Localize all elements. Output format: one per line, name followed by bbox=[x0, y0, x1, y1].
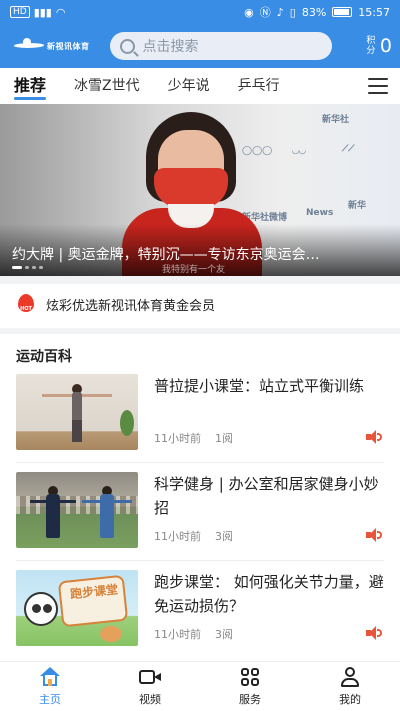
news-logo: News bbox=[306, 208, 334, 218]
points-label: 积分 bbox=[366, 36, 376, 56]
news-meta: 11小时前 3阅 bbox=[154, 528, 233, 544]
tab-recommend[interactable]: 推荐 bbox=[0, 68, 60, 104]
battery-percent: 83% bbox=[301, 5, 327, 19]
news-item[interactable]: 科学健身 | 办公室和居家健身小妙招 11小时前 3阅 bbox=[0, 472, 400, 564]
grid-icon bbox=[239, 667, 261, 687]
points-value: 0 bbox=[379, 35, 392, 57]
speaker-icon[interactable] bbox=[366, 430, 382, 444]
clock: 15:57 bbox=[358, 5, 390, 19]
thumbnail-text: 跑步课堂 bbox=[69, 582, 119, 602]
wifi-icon: ◠ bbox=[55, 5, 66, 19]
news-meta: 11小时前 1阅 bbox=[154, 430, 233, 446]
games-emblem-icon: ⟋⟋ bbox=[342, 144, 355, 154]
news-title: 跑步课堂： 如何强化关节力量，避免运动损伤？ bbox=[154, 573, 384, 615]
news-item[interactable]: 普拉提小课堂：站立式平衡训练 11小时前 1阅 bbox=[0, 374, 400, 466]
face-mask bbox=[154, 168, 228, 208]
hd-indicator: HD bbox=[10, 6, 30, 18]
xinhua-logo: 新华社 bbox=[322, 115, 350, 125]
vibrate-icon: ▯ bbox=[289, 5, 296, 19]
bottom-navigation: 主页 视频 服务 我的 bbox=[0, 661, 400, 711]
app-header: 新视讯体育 点击搜索 积分 0 bbox=[0, 24, 400, 68]
section-gap bbox=[0, 328, 400, 334]
signal-icon: ▮▮▮ bbox=[33, 5, 52, 19]
nav-video[interactable]: 视频 bbox=[100, 662, 200, 711]
mute-icon: ♪ bbox=[276, 5, 284, 19]
carousel-dot[interactable] bbox=[12, 266, 22, 269]
nav-home[interactable]: 主页 bbox=[0, 662, 100, 711]
video-icon bbox=[139, 667, 161, 687]
nav-label: 主页 bbox=[39, 692, 61, 706]
news-time: 11小时前 bbox=[154, 432, 201, 445]
news-meta: 11小时前 3阅 bbox=[154, 626, 233, 642]
speaker-icon[interactable] bbox=[366, 528, 382, 542]
user-icon bbox=[339, 666, 361, 687]
search-bar[interactable]: 点击搜索 bbox=[109, 32, 332, 60]
nfc-icon: Ⓝ bbox=[259, 6, 271, 19]
news-time: 11小时前 bbox=[154, 628, 201, 641]
home-icon bbox=[39, 666, 61, 687]
hot-promo-bar[interactable]: HOT 炫彩优选新视讯体育黄金会员 bbox=[0, 284, 400, 324]
nav-me[interactable]: 我的 bbox=[300, 662, 400, 711]
list-divider bbox=[16, 560, 384, 561]
news-thumbnail bbox=[16, 374, 138, 450]
carousel-indicator bbox=[12, 266, 43, 269]
banner-title[interactable]: 约大牌 | 奥运金牌，特别沉——专访东京奥运会… bbox=[12, 244, 388, 264]
eye-icon: ◉ bbox=[244, 5, 254, 19]
hot-flame-icon: HOT bbox=[16, 294, 36, 314]
tab-ice-snow-gen-z[interactable]: 冰雪Z世代 bbox=[60, 68, 154, 104]
search-placeholder: 点击搜索 bbox=[142, 39, 199, 55]
nav-label: 服务 bbox=[239, 692, 261, 706]
list-divider bbox=[16, 462, 384, 463]
news-title: 普拉提小课堂：站立式平衡训练 bbox=[154, 377, 365, 395]
news-reads: 1阅 bbox=[215, 432, 233, 445]
panda-mascot bbox=[24, 592, 58, 626]
points-display[interactable]: 积分 0 bbox=[366, 35, 392, 57]
battery-icon bbox=[332, 7, 353, 17]
section-title: 运动百科 bbox=[16, 349, 72, 365]
news-reads: 3阅 bbox=[215, 628, 233, 641]
news-thumbnail: 跑步课堂 bbox=[16, 570, 138, 646]
news-thumbnail bbox=[16, 472, 138, 548]
news-reads: 3阅 bbox=[215, 530, 233, 543]
nav-services[interactable]: 服务 bbox=[200, 662, 300, 711]
nav-label: 我的 bbox=[339, 692, 361, 706]
carousel-dot[interactable] bbox=[39, 266, 43, 269]
section-gap bbox=[0, 276, 400, 284]
news-time: 11小时前 bbox=[154, 530, 201, 543]
hero-banner[interactable]: 新华社 ◯◯◯ ◡◡ ⟋⟋ 新华社微博 News 新华 我特别有一个友 约大牌 … bbox=[0, 104, 400, 276]
carousel-dot[interactable] bbox=[32, 266, 36, 269]
speaker-icon[interactable] bbox=[366, 626, 382, 640]
news-title: 科学健身 | 办公室和居家健身小妙招 bbox=[154, 475, 379, 517]
tab-ping-pong[interactable]: 乒乓行 bbox=[224, 68, 294, 104]
nav-label: 视频 bbox=[139, 692, 161, 706]
carousel-dot[interactable] bbox=[25, 266, 29, 269]
logo-text: 新视讯体育 bbox=[47, 41, 90, 51]
status-bar: HD ▮▮▮ ◠ ◉ Ⓝ ♪ ▯ 83% 15:57 bbox=[0, 0, 400, 24]
search-icon bbox=[119, 38, 135, 54]
logo-mark-icon bbox=[14, 38, 44, 54]
promo-text: 炫彩优选新视讯体育黄金会员 bbox=[46, 298, 216, 314]
tab-youth-talk[interactable]: 少年说 bbox=[154, 68, 224, 104]
xinhua-badge: 新华 bbox=[348, 201, 367, 211]
channel-tabs: 推荐 冰雪Z世代 少年说 乒乓行 bbox=[0, 68, 400, 104]
app-logo: 新视讯体育 bbox=[14, 38, 90, 54]
menu-icon[interactable] bbox=[368, 78, 388, 94]
paralympic-icon: ◡◡ bbox=[292, 146, 306, 156]
news-item[interactable]: 跑步课堂 跑步课堂： 如何强化关节力量，避免运动损伤？ 11小时前 3阅 bbox=[0, 570, 400, 662]
